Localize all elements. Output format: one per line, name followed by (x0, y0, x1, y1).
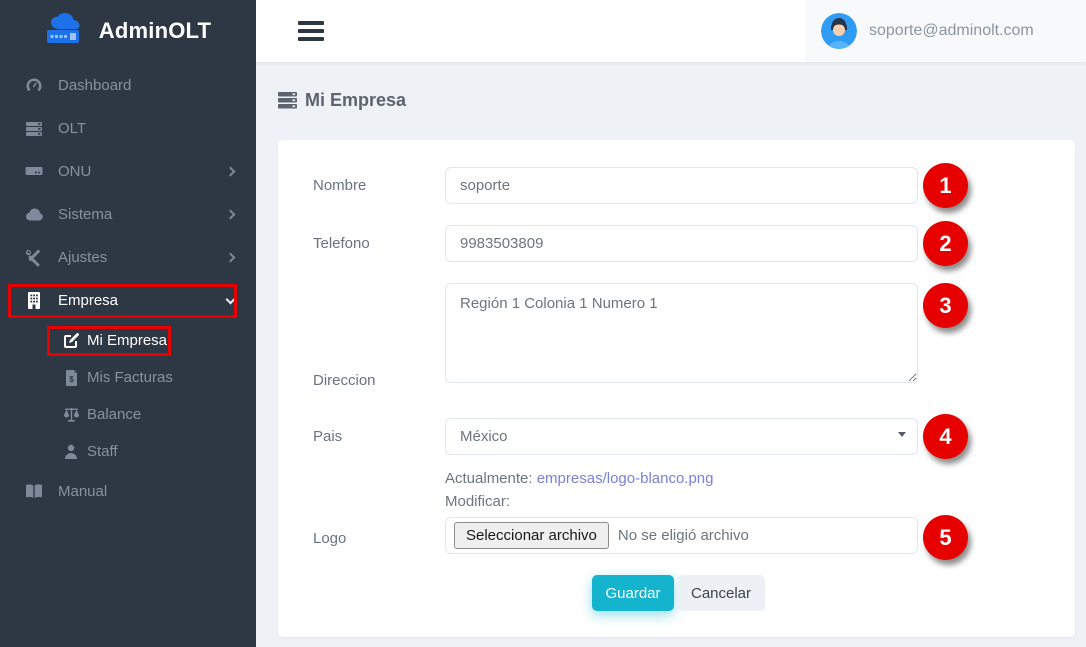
direccion-textarea[interactable]: Región 1 Colonia 1 Numero 1 (445, 283, 918, 383)
modificar-label: Modificar: (445, 493, 510, 510)
invoice-icon: $ (62, 370, 80, 386)
sidebar-item-label: Staff (87, 443, 118, 460)
sidebar-item-label: Sistema (58, 206, 112, 223)
annotation-badge-5: 5 (923, 515, 968, 560)
person-icon (62, 444, 80, 459)
sidebar-item-olt[interactable]: OLT (0, 107, 256, 150)
mi-empresa-form-card: Nombre Telefono Direccion Región 1 Colon… (278, 140, 1075, 637)
file-status-text: No se eligió archivo (618, 527, 749, 544)
sidebar-item-manual[interactable]: Manual (0, 470, 256, 513)
logo-file-input[interactable]: Seleccionar archivo No se eligió archivo (445, 517, 918, 554)
sidebar-item-ajustes[interactable]: Ajustes (0, 236, 256, 279)
sidebar-item-label: Mis Facturas (87, 369, 173, 386)
sidebar-item-balance[interactable]: Balance (0, 396, 256, 433)
sidebar-item-label: Balance (87, 406, 141, 423)
sidebar-item-label: Manual (58, 483, 107, 500)
sidebar-toggle-button[interactable] (298, 21, 324, 41)
brand-name: AdminOLT (99, 18, 211, 44)
page-header: Mi Empresa (256, 62, 1086, 111)
actualmente-label: Actualmente: (445, 470, 533, 487)
chevron-right-icon (226, 167, 236, 177)
olt-icon (24, 121, 44, 137)
nombre-input[interactable] (445, 167, 918, 204)
sidebar-item-label: ONU (58, 163, 91, 180)
hamburger-icon (298, 21, 324, 25)
sidebar-item-label: Empresa (58, 292, 118, 309)
sidebar-item-onu[interactable]: ONU (0, 150, 256, 193)
brand[interactable]: AdminOLT (0, 0, 256, 62)
edit-icon (62, 333, 80, 349)
topbar: soporte@adminolt.com (256, 0, 1086, 62)
chevron-down-icon (226, 294, 236, 304)
tools-icon (24, 249, 44, 267)
page-title: Mi Empresa (305, 90, 406, 111)
main-content: Mi Empresa Nombre Telefono Direccion Reg… (256, 62, 1086, 647)
avatar (821, 13, 857, 49)
onu-icon (24, 165, 44, 179)
sidebar-item-label: Ajustes (58, 249, 107, 266)
annotation-badge-1: 1 (923, 163, 968, 208)
chevron-right-icon (226, 253, 236, 263)
seleccionar-archivo-button[interactable]: Seleccionar archivo (454, 522, 609, 549)
sidebar-item-label: Dashboard (58, 77, 131, 94)
cloud-icon (24, 208, 44, 221)
sidebar-item-mis-facturas[interactable]: $ Mis Facturas (0, 359, 256, 396)
sidebar-item-mi-empresa[interactable]: Mi Empresa (0, 322, 256, 359)
telefono-label: Telefono (313, 235, 370, 252)
pais-select[interactable]: México (445, 418, 918, 455)
sidebar-item-label: OLT (58, 120, 86, 137)
pais-label: Pais (313, 428, 342, 445)
svg-text:$: $ (69, 375, 74, 384)
annotation-badge-3: 3 (923, 283, 968, 328)
book-icon (24, 484, 44, 499)
sidebar-item-empresa[interactable]: Empresa (0, 279, 256, 322)
user-menu[interactable]: soporte@adminolt.com (805, 0, 1086, 62)
sidebar-item-sistema[interactable]: Sistema (0, 193, 256, 236)
server-icon (278, 92, 297, 109)
current-logo-link[interactable]: empresas/logo-blanco.png (537, 470, 714, 487)
direccion-label: Direccion (313, 372, 376, 389)
pais-select-wrap: México (445, 418, 918, 455)
app-window: AdminOLT Dashboard OLT ONU (0, 0, 1086, 647)
annotation-badge-4: 4 (923, 414, 968, 459)
user-email: soporte@adminolt.com (869, 22, 1034, 40)
annotation-badge-2: 2 (923, 221, 968, 266)
dashboard-icon (24, 77, 44, 95)
scale-icon (62, 407, 80, 422)
sidebar-menu: Dashboard OLT ONU Sistema (0, 62, 256, 513)
nombre-label: Nombre (313, 177, 366, 194)
logo-label: Logo (313, 530, 346, 547)
sidebar: AdminOLT Dashboard OLT ONU (0, 0, 256, 647)
telefono-input[interactable] (445, 225, 918, 262)
logo-current-line: Actualmente: empresas/logo-blanco.png (445, 470, 714, 487)
guardar-button[interactable]: Guardar (592, 575, 674, 611)
adminolt-logo-icon (45, 13, 91, 49)
sidebar-item-label: Mi Empresa (87, 332, 167, 349)
empresa-submenu: Mi Empresa $ Mis Facturas Balance (0, 322, 256, 470)
cancelar-button[interactable]: Cancelar (677, 575, 765, 611)
chevron-right-icon (226, 210, 236, 220)
sidebar-item-dashboard[interactable]: Dashboard (0, 64, 256, 107)
building-icon (24, 292, 44, 309)
sidebar-item-staff[interactable]: Staff (0, 433, 256, 470)
